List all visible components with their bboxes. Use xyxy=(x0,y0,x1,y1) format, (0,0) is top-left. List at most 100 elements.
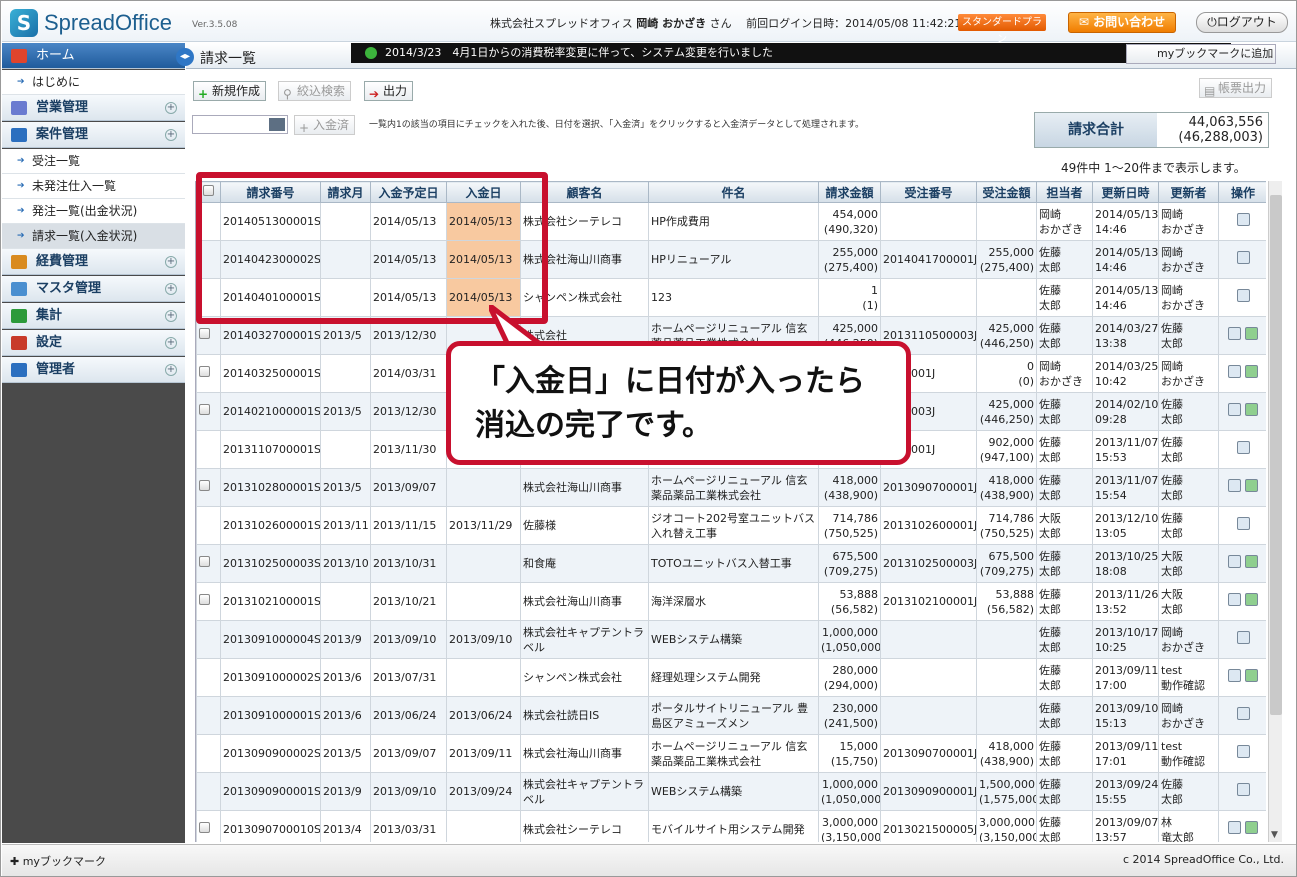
table-row[interactable]: 2013091000001S 2013/6 2013/06/24 2013/06/24… xyxy=(196,696,1266,735)
edit-icon[interactable] xyxy=(1245,669,1258,682)
checkbox-cell[interactable] xyxy=(196,392,221,431)
edit-icon[interactable] xyxy=(1245,479,1258,492)
sidebar-item-3[interactable]: 案件管理 + xyxy=(2,122,185,148)
invoice-number-cell[interactable]: 2013090900001S xyxy=(220,772,321,811)
sidebar-subitem-5[interactable]: ➔ 未発注仕入一覧 xyxy=(2,174,185,199)
table-row[interactable]: 2013090900002S 2013/5 2013/09/07 2013/09/11… xyxy=(196,734,1266,773)
expand-icon[interactable]: + xyxy=(165,364,177,376)
contact-button[interactable]: ✉ お問い合わせ xyxy=(1068,12,1176,33)
view-icon[interactable] xyxy=(1236,745,1250,758)
filter-search-button[interactable]: ⚲ 絞込検索 xyxy=(278,81,352,101)
edit-icon[interactable] xyxy=(1245,327,1258,340)
invoice-amount-tax: (490,320) xyxy=(823,222,878,236)
footer-bookmark-link[interactable]: ✚ myブックマーク xyxy=(10,853,106,869)
paid-date-input[interactable] xyxy=(192,115,288,134)
sidebar-subitem-4[interactable]: ➔ 受注一覧 xyxy=(2,149,185,174)
expand-icon[interactable]: + xyxy=(165,283,177,295)
expand-icon[interactable]: + xyxy=(165,310,177,322)
table-row[interactable]: 2013102100001S 2013/10/21 株式会社海山川商事 海洋深層水 53… xyxy=(196,582,1266,621)
invoice-number-cell[interactable]: 2014021000001S xyxy=(220,392,321,431)
row-checkbox[interactable] xyxy=(199,366,210,377)
invoice-number-cell[interactable]: 2014032500001S xyxy=(220,354,321,393)
table-row[interactable]: 2013102500003S 2013/10 2013/10/31 和食庵 TOTOユニ… xyxy=(196,544,1266,583)
row-checkbox[interactable] xyxy=(199,404,210,415)
table-row[interactable]: 2013102600001S 2013/11 2013/11/15 2013/11/2… xyxy=(196,506,1266,545)
invoice-number-cell[interactable]: 2013102100001S xyxy=(220,582,321,621)
edit-icon[interactable] xyxy=(1245,403,1258,416)
view-icon[interactable] xyxy=(1228,479,1241,492)
invoice-number-cell[interactable]: 2013102800001S xyxy=(220,468,321,507)
row-checkbox[interactable] xyxy=(199,480,210,491)
view-icon[interactable] xyxy=(1236,631,1250,644)
table-row[interactable]: 2013091000002S 2013/6 2013/07/31 シャンペン株式会社 経… xyxy=(196,658,1266,697)
edit-icon[interactable] xyxy=(1245,365,1258,378)
invoice-number-cell[interactable]: 2013090700010S xyxy=(220,810,321,842)
new-button[interactable]: + 新規作成 xyxy=(193,81,267,101)
checkbox-cell[interactable] xyxy=(196,582,221,621)
expand-icon[interactable]: + xyxy=(165,256,177,268)
invoice-number-cell[interactable]: 2013110700001S xyxy=(220,430,321,469)
edit-icon[interactable] xyxy=(1245,593,1258,606)
sidebar-item-9[interactable]: マスタ管理 + xyxy=(2,276,185,302)
row-checkbox[interactable] xyxy=(199,594,210,605)
view-icon[interactable] xyxy=(1228,365,1241,378)
sidebar-item-11[interactable]: 設定 + xyxy=(2,330,185,356)
invoice-number-cell[interactable]: 2013091000002S xyxy=(220,658,321,697)
add-bookmark-button[interactable]: myブックマークに追加 xyxy=(1126,44,1276,64)
row-checkbox[interactable] xyxy=(199,556,210,567)
table-row[interactable]: 2013090900001S 2013/9 2013/09/10 2013/09/24… xyxy=(196,772,1266,811)
scroll-down-icon[interactable]: ▼ xyxy=(1271,830,1278,840)
expand-icon[interactable]: + xyxy=(165,102,177,114)
invoice-number-cell[interactable]: 2013090900002S xyxy=(220,734,321,773)
collapse-toggle-icon[interactable]: ◂▸ xyxy=(176,48,194,66)
table-row[interactable]: 2013091000004S 2013/9 2013/09/10 2013/09/10… xyxy=(196,620,1266,659)
view-icon[interactable] xyxy=(1236,707,1250,720)
row-checkbox[interactable] xyxy=(199,328,210,339)
view-icon[interactable] xyxy=(1228,593,1241,606)
edit-icon[interactable] xyxy=(1245,555,1258,568)
view-icon[interactable] xyxy=(1228,403,1241,416)
invoice-number-cell[interactable]: 2013102500003S xyxy=(220,544,321,583)
edit-icon[interactable] xyxy=(1245,821,1258,834)
view-icon[interactable] xyxy=(1236,289,1250,302)
view-icon[interactable] xyxy=(1236,213,1250,226)
expand-icon[interactable]: + xyxy=(165,337,177,349)
view-icon[interactable] xyxy=(1228,327,1241,340)
invoice-number-cell[interactable]: 2013102600001S xyxy=(220,506,321,545)
sidebar-item-12[interactable]: 管理者 + xyxy=(2,357,185,383)
view-icon[interactable] xyxy=(1228,821,1241,834)
invoice-month: 2013/9 xyxy=(323,785,362,798)
report-output-button[interactable]: ▤ 帳票出力 xyxy=(1199,78,1273,98)
checkbox-cell[interactable] xyxy=(196,468,221,507)
sidebar-item-8[interactable]: 経費管理 + xyxy=(2,249,185,275)
checkbox-cell[interactable] xyxy=(196,544,221,583)
checkbox-cell[interactable] xyxy=(196,354,221,393)
row-checkbox[interactable] xyxy=(199,822,210,833)
notice-banner[interactable]: 2014/3/23 4月1日からの消費税率変更に伴って、システム変更を行いました xyxy=(351,43,1231,63)
table-row[interactable]: 2013102800001S 2013/5 2013/09/07 株式会社海山川商事 ホ… xyxy=(196,468,1266,507)
logout-button[interactable]: ⏻ログアウト xyxy=(1196,12,1288,33)
invoice-number-cell[interactable]: 2013091000004S xyxy=(220,620,321,659)
checkbox-cell[interactable] xyxy=(196,810,221,842)
view-icon[interactable] xyxy=(1228,555,1241,568)
scrollbar-thumb[interactable] xyxy=(1270,195,1282,715)
expand-icon[interactable]: + xyxy=(165,129,177,141)
table-row[interactable]: 2013090700010S 2013/4 2013/03/31 株式会社シーテレコ モ… xyxy=(196,810,1266,842)
calendar-icon[interactable] xyxy=(269,118,285,131)
sidebar-subitem-1[interactable]: ➔ はじめに xyxy=(2,70,185,95)
view-icon[interactable] xyxy=(1228,669,1241,682)
sidebar-item-10[interactable]: 集計 + xyxy=(2,303,185,329)
due-date: 2013/11/30 xyxy=(373,443,437,456)
sidebar-subitem-6[interactable]: ➔ 発注一覧(出金状況) xyxy=(2,199,185,224)
view-icon[interactable] xyxy=(1236,783,1250,796)
output-button[interactable]: ➔ 出力 xyxy=(364,81,414,101)
view-icon[interactable] xyxy=(1236,251,1250,264)
sidebar-item-2[interactable]: 営業管理 + xyxy=(2,95,185,121)
view-icon[interactable] xyxy=(1236,517,1250,530)
table-scrollbar[interactable]: ▼ xyxy=(1268,181,1282,842)
view-icon[interactable] xyxy=(1236,441,1250,454)
mark-paid-button[interactable]: + 入金済 xyxy=(294,115,356,135)
invoice-number-cell[interactable]: 2013091000001S xyxy=(220,696,321,735)
sidebar-subitem-7[interactable]: ➔ 請求一覧(入金状況) xyxy=(2,224,185,249)
sidebar-item-0[interactable]: ホーム xyxy=(2,43,185,69)
